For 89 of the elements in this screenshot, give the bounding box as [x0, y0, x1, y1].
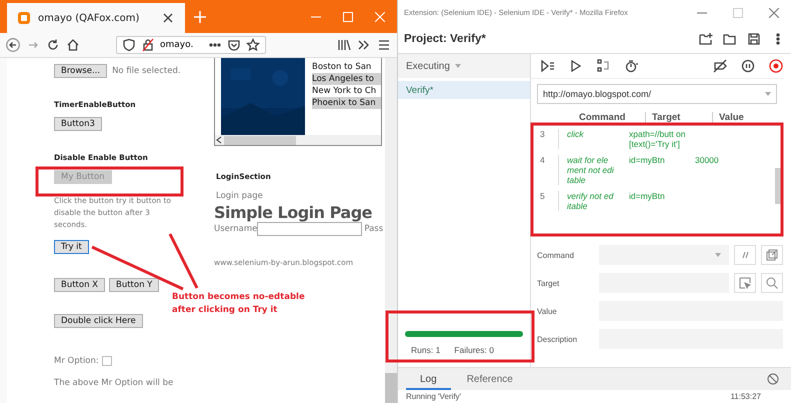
panel-tab[interactable]: Log [406, 374, 451, 390]
target-cell[interactable]: id=myBtn [629, 191, 687, 211]
double-click-button[interactable]: Double click Here [54, 314, 143, 328]
shield-icon [122, 38, 136, 52]
menu-icon[interactable] [377, 38, 391, 52]
option-note: The above Mr Option will be [54, 378, 174, 388]
username-label: Username [214, 224, 258, 234]
caret-icon [715, 253, 721, 257]
folder-icon[interactable] [723, 32, 737, 46]
value-cell[interactable]: 30000 [687, 155, 755, 185]
password-label: Pass [364, 224, 384, 234]
save-icon[interactable] [747, 32, 761, 46]
page-button[interactable]: Button X [54, 278, 105, 292]
field-label: Command [537, 250, 575, 260]
runs-count: Runs: 1 [411, 345, 440, 355]
new-tab-icon[interactable] [193, 10, 207, 24]
login-title: Simple Login Page [214, 203, 374, 222]
breakpoints-icon[interactable] [713, 59, 727, 73]
command-cell[interactable]: click [559, 129, 629, 149]
option-label: Mr Option: [54, 356, 99, 366]
browser-tab[interactable]: omayo (QAFox.com) [7, 3, 185, 33]
scrollbar-thumb[interactable] [224, 136, 296, 144]
list-box[interactable]: Boston to San Los Angeles to New York to Ch Phoenix to San [214, 58, 382, 146]
failures-count: Failures: 0 [454, 345, 494, 355]
library-icon[interactable] [337, 38, 351, 52]
annotation-text: Button becomes no-edtable after clicking on Try it [172, 291, 306, 317]
list-option[interactable]: Boston to San [312, 61, 381, 73]
page-button[interactable]: Button Y [109, 278, 160, 292]
url-field[interactable]: http://omayo.blogspot.com/ [537, 84, 777, 104]
slashes-icon [741, 251, 749, 259]
insecure-lock-icon [141, 38, 155, 52]
list-option[interactable]: Phoenix to San [312, 97, 381, 109]
back-icon[interactable] [6, 38, 20, 52]
reload-icon[interactable] [46, 38, 60, 52]
step-icon[interactable] [597, 59, 611, 73]
browse-button[interactable]: Browse... [54, 64, 108, 78]
field-label: Target [537, 278, 560, 288]
test-item[interactable]: Verify* [398, 81, 530, 99]
field-label: Description [537, 334, 578, 344]
clear-icon[interactable] [767, 373, 779, 385]
row-number: 5 [531, 191, 559, 211]
record-icon[interactable] [769, 59, 783, 73]
window-arrow-icon [766, 249, 778, 261]
url-text: omayo. [160, 40, 194, 50]
panel-tab[interactable]: Reference [452, 374, 527, 390]
new-folder-icon[interactable] [699, 32, 713, 46]
list-option[interactable]: New York to Ch [312, 85, 381, 97]
login-caption: Login page [216, 191, 264, 201]
scrollbar[interactable] [385, 58, 397, 403]
field-label: Value [537, 306, 558, 316]
option-checkbox[interactable] [102, 356, 112, 366]
project-title: Project: Verify* [404, 33, 487, 45]
target-cell[interactable]: xpath=//butt on[text()='Try it'] [629, 129, 687, 149]
caret-icon [765, 92, 771, 96]
row-number: 4 [531, 155, 559, 185]
overflow-icon[interactable] [357, 38, 371, 52]
username-field[interactable] [257, 222, 362, 236]
address-bar[interactable]: omayo. [116, 36, 266, 54]
pause-icon[interactable] [741, 59, 755, 73]
speed-icon[interactable] [625, 59, 639, 73]
file-status: No file selected. [112, 66, 181, 76]
close-icon[interactable] [769, 8, 779, 18]
pocket-icon[interactable] [227, 38, 241, 52]
home-icon[interactable] [66, 38, 80, 52]
select-target-button[interactable] [734, 273, 756, 293]
scroll-left-icon[interactable] [216, 136, 222, 144]
find-target-button[interactable] [761, 273, 783, 293]
caret-icon [454, 64, 461, 68]
column-header[interactable]: Value [712, 112, 744, 122]
run-all-icon[interactable] [541, 59, 555, 73]
star-icon[interactable] [246, 38, 260, 52]
close-icon[interactable] [161, 11, 175, 25]
blog-icon [17, 11, 31, 25]
suite-dropdown[interactable]: Executing [398, 54, 530, 78]
command-cell[interactable]: verify not ed itable [559, 191, 629, 211]
command-cell[interactable]: wait for ele ment not edi table [559, 155, 629, 185]
log-message: Running 'Verify' [406, 392, 462, 401]
target-cell[interactable]: id=myBtn [629, 155, 687, 185]
log-time: 11:53:27 [730, 392, 761, 401]
list-option[interactable]: Los Angeles to [312, 73, 381, 85]
row-number: 3 [531, 129, 559, 149]
search-icon [766, 277, 778, 289]
comment-toggle-button[interactable] [734, 245, 756, 265]
run-icon[interactable] [569, 59, 583, 73]
button3[interactable]: Button3 [54, 117, 102, 131]
column-header[interactable]: Target [645, 112, 712, 122]
column-header[interactable]: Command [573, 112, 645, 122]
cursor-icon [739, 277, 751, 289]
open-link-button[interactable] [761, 245, 783, 265]
